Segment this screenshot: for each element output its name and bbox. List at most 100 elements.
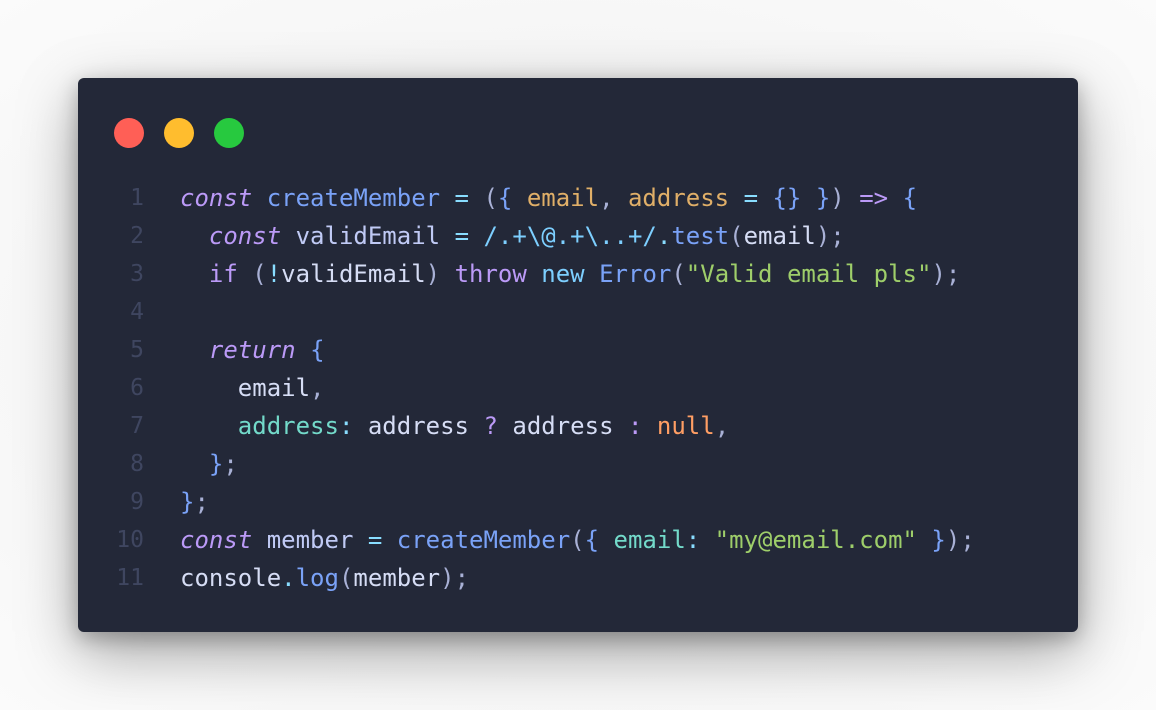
code-line: 4 (78, 293, 1078, 331)
code-block: 1 const createMember = ({ email, address … (78, 179, 1078, 597)
code-token: . (656, 222, 672, 250)
code-text: const validEmail = /.+\@.+\..+/.test(ema… (180, 217, 845, 255)
code-token: = (454, 184, 469, 212)
code-token: } (931, 526, 946, 554)
code-token: ( (483, 184, 498, 212)
code-line: 10 const member = createMember({ email: "… (78, 521, 1078, 559)
code-token: ( (252, 260, 267, 288)
code-token: "Valid email pls" (685, 260, 932, 288)
code-token: , (714, 412, 730, 440)
code-token: createMember (266, 184, 441, 212)
code-token: member (353, 564, 441, 592)
code-token: ! (266, 260, 282, 288)
code-token: /.+\@.+\..+/ (483, 222, 657, 250)
code-text: if (!validEmail) throw new Error("Valid … (180, 255, 960, 293)
code-token: createMember (396, 526, 571, 554)
line-number: 5 (130, 337, 144, 363)
code-token: ; (945, 260, 961, 288)
code-token: ( (338, 564, 354, 592)
code-token: ( (570, 526, 585, 554)
line-number: 9 (130, 489, 144, 515)
code-text: address: address ? address : null, (180, 407, 729, 445)
line-number: 10 (116, 527, 144, 553)
code-token: {} (772, 184, 802, 212)
code-token: => (859, 184, 889, 212)
code-token: ; (223, 450, 238, 478)
code-token: address (512, 412, 614, 440)
code-token: } (208, 450, 224, 478)
code-token: . (281, 564, 296, 592)
code-token: const (180, 526, 253, 554)
close-dot-icon[interactable] (114, 118, 144, 148)
code-token: ) (830, 184, 845, 212)
code-line: 3 if (!validEmail) throw new Error("Vali… (78, 255, 1078, 293)
code-token: address (237, 412, 339, 440)
code-token: { (584, 526, 600, 554)
code-token: : (338, 412, 354, 440)
code-token: address (367, 412, 470, 440)
line-number: 4 (130, 299, 144, 325)
code-text: }; (180, 445, 238, 483)
code-token: Error (599, 260, 672, 288)
code-line: 5 return { (78, 331, 1078, 369)
code-token: validEmail (281, 260, 426, 288)
code-token: email (743, 222, 816, 250)
line-number: 1 (130, 185, 144, 211)
line-number: 7 (130, 413, 144, 439)
line-number: 8 (130, 451, 144, 477)
code-token: ; (454, 564, 470, 592)
code-token: : (627, 412, 643, 440)
code-token: throw (454, 260, 527, 288)
code-token: validEmail (295, 222, 441, 250)
code-token: , (599, 184, 614, 212)
code-token: if (208, 260, 238, 288)
code-token: email (237, 374, 311, 402)
code-token: ) (425, 260, 441, 288)
code-token: ) (440, 564, 455, 592)
code-line: 11 console.log(member); (78, 559, 1078, 597)
code-token: = (367, 526, 383, 554)
maximize-dot-icon[interactable] (214, 118, 244, 148)
minimize-dot-icon[interactable] (164, 118, 194, 148)
code-text: }; (180, 483, 209, 521)
code-token: : (685, 526, 701, 554)
code-token: const (180, 184, 253, 212)
code-token: new (541, 260, 585, 288)
code-line: 6 email, (78, 369, 1078, 407)
code-token: ) (815, 222, 831, 250)
code-token: } (815, 184, 831, 212)
code-token: email (613, 526, 686, 554)
code-text: return { (180, 331, 325, 369)
code-token: "my@email.com" (714, 526, 917, 554)
code-token: ? (483, 412, 498, 440)
line-number: 6 (130, 375, 144, 401)
code-token: null (656, 412, 715, 440)
code-token: ( (729, 222, 744, 250)
code-token: test (671, 222, 730, 250)
code-token: const (208, 222, 282, 250)
code-token: ; (960, 526, 975, 554)
